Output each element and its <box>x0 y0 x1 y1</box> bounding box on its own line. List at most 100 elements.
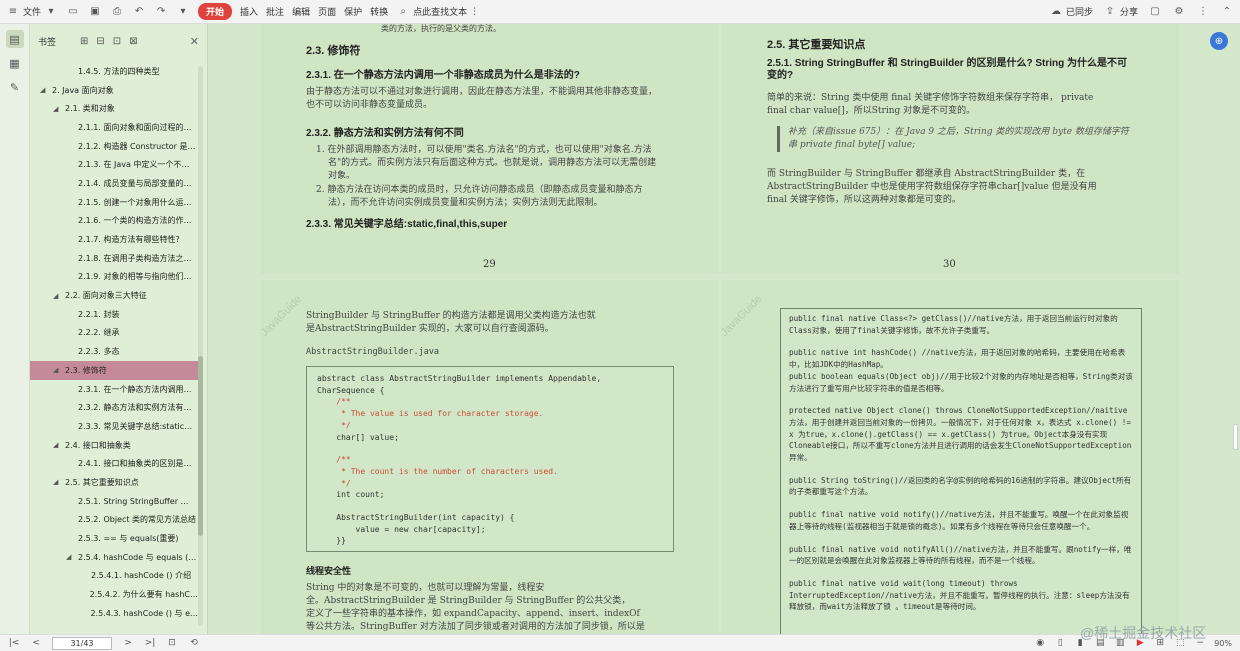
bookmark-icon[interactable]: ⊡ <box>113 36 121 47</box>
tab-annotate[interactable]: 批注 <box>266 5 284 18</box>
first-page-icon[interactable]: |< <box>8 637 20 649</box>
expand-arrow-icon[interactable]: ◢ <box>53 292 61 300</box>
bookmark-item[interactable]: ◢ 2.4. 接口和抽象类 <box>30 436 198 455</box>
bookmark-item[interactable]: 2.1.8. 在调用子类构造方法之… <box>30 249 198 268</box>
scrollbar-thumb[interactable] <box>198 356 203 536</box>
bookmark-item[interactable]: 2.2.2. 继承 <box>30 324 198 343</box>
code-line: /** <box>317 397 351 407</box>
expand-arrow-icon[interactable]: ◢ <box>66 553 74 561</box>
single-page-icon[interactable]: ▯ <box>1054 637 1066 649</box>
bookmark-item[interactable]: ◢ 2.5.4. hashCode 与 equals (… <box>30 548 198 567</box>
bookmark-label: 2.1.4. 成员变量与局部变量的… <box>78 178 192 188</box>
collapse-icon[interactable]: ⌃ <box>1220 5 1234 19</box>
undo-icon[interactable]: ↶ <box>132 5 146 19</box>
file-menu[interactable]: ≡ 文件 ▾ <box>6 5 58 19</box>
bookmark-item[interactable]: 2.3.1. 在一个静态方法内调用… <box>30 380 198 399</box>
bookmark-item[interactable]: 2.5.4.2. 为什么要有 hashC… <box>30 585 198 604</box>
bookmark-item[interactable]: ◢ 2.3. 修饰符 <box>30 361 198 380</box>
eye-icon[interactable]: ◉ <box>1034 637 1046 649</box>
bookmark-item[interactable]: 2.1.3. 在 Java 中定义一个不… <box>30 155 198 174</box>
code-line: int count; <box>317 490 385 500</box>
bookmark-item[interactable]: 2.2.3. 多态 <box>30 342 198 361</box>
print-icon[interactable]: ⎙ <box>110 5 124 19</box>
redo-icon[interactable]: ↷ <box>154 5 168 19</box>
fit-icon[interactable]: ⊡ <box>166 637 178 649</box>
bookmark-item[interactable]: 2.1.7. 构造方法有哪些特性? <box>30 230 198 249</box>
more-icon[interactable]: ⋮ <box>1196 5 1210 19</box>
rotate-icon[interactable]: ⟲ <box>188 637 200 649</box>
zoom-level[interactable]: 90% <box>1214 639 1232 648</box>
code-line: char[] value; <box>317 432 399 442</box>
bookmark-item[interactable]: ◢ 2.1. 类和对象 <box>30 99 198 118</box>
search-box[interactable]: ⌕ 点此查找文本 ⋮ <box>396 5 479 19</box>
code-line: public final native void notifyAll()//na… <box>789 544 1132 566</box>
expand-arrow-icon[interactable]: ◢ <box>53 478 61 486</box>
code-block: public final native Class<?> getClass()/… <box>780 308 1142 634</box>
tab-page[interactable]: 页面 <box>318 5 336 18</box>
bookmark-item[interactable]: 2.3.2. 静态方法和实例方法有… <box>30 398 198 417</box>
last-page-icon[interactable]: >| <box>144 637 156 649</box>
thumbnail-icon[interactable]: ▦ <box>6 54 24 72</box>
bookmark-item[interactable]: ◢ 2.5. 其它重要知识点 <box>30 473 198 492</box>
bookmark-item[interactable]: 2.1.6. 一个类的构造方法的作… <box>30 212 198 231</box>
bookmark-item[interactable]: 2.3.3. 常见关键字总结:static… <box>30 417 198 436</box>
page-input[interactable]: 31/43 <box>52 636 112 650</box>
panel-header: 书签 ⊞ ⊟ ⊡ ⊠ ✕ <box>30 24 207 58</box>
expand-arrow-icon[interactable]: ◢ <box>40 86 48 94</box>
expand-icon[interactable]: ⊟ <box>96 36 104 47</box>
next-page-icon[interactable]: > <box>122 637 134 649</box>
sync-status[interactable]: ☁ 已同步 <box>1049 5 1093 19</box>
assistant-button[interactable]: ⊕ <box>1210 32 1228 50</box>
bookmark-item[interactable]: 2.5.1. String StringBuffer … <box>30 492 198 511</box>
expand-arrow-icon[interactable]: ◢ <box>53 366 61 374</box>
heading-thread-safety: 线程安全性 <box>306 566 352 576</box>
close-icon[interactable]: ✕ <box>190 35 199 48</box>
bookmark-item[interactable]: 2.5.4.3. hashCode () 与 e… <box>30 604 198 623</box>
bookmark-item[interactable]: 2.1.5. 创建一个对象用什么运… <box>30 193 198 212</box>
bookmark-item[interactable]: ◢ 2. Java 面向对象 <box>30 81 198 100</box>
bookmark-item[interactable]: 2.1.1. 面向对象和面向过程的… <box>30 118 198 137</box>
bookmark-item[interactable]: 2.1.4. 成员变量与局部变量的… <box>30 174 198 193</box>
bookmark-item[interactable]: 2.1.2. 构造器 Constructor 是… <box>30 137 198 156</box>
save-icon[interactable]: ▣ <box>88 5 102 19</box>
share-button[interactable]: ⇪ 分享 <box>1103 5 1138 19</box>
add-bookmark-icon[interactable]: ⊞ <box>80 36 88 47</box>
code-line: value = new char[capacity]; <box>317 524 486 534</box>
side-handle[interactable] <box>1233 424 1238 450</box>
cut-text: 类的方法，执行的是父类的方法。 <box>381 24 501 33</box>
bookmark-label: 2.5.4.2. 为什么要有 hashC… <box>89 590 198 600</box>
bookmark-item[interactable]: ◢ 2.2. 面向对象三大特征 <box>30 286 198 305</box>
paragraph: 简单的来说：String 类中使用 final 关键字修饰字符数组来保存字符串，… <box>767 93 1094 116</box>
bookmark-item[interactable]: 1.4.5. 方法的四种类型 <box>30 62 198 81</box>
open-folder-icon[interactable]: ▭ <box>66 5 80 19</box>
page-30: 2.5. 其它重要知识点 2.5.1. String StringBuffer … <box>721 24 1179 274</box>
tab-protect[interactable]: 保护 <box>344 5 362 18</box>
paragraph: StringBuilder 与 StringBuffer 的构造方法都是调用父类… <box>306 311 596 334</box>
comment-icon[interactable]: ▢ <box>1148 5 1162 19</box>
bookmark-item[interactable]: 2.5.3. == 与 equals(重要) <box>30 529 198 548</box>
bookmark-item[interactable]: 2.2.1. 封装 <box>30 305 198 324</box>
panel-scrollbar[interactable] <box>198 66 203 626</box>
tab-convert[interactable]: 转换 <box>370 5 388 18</box>
expand-arrow-icon[interactable]: ◢ <box>53 105 61 113</box>
bookmark-item[interactable]: 2.5.4.1. hashCode () 介绍 <box>30 567 198 586</box>
settings-icon[interactable]: ⚙ <box>1172 5 1186 19</box>
code-line: public native int hashCode() //native方法，… <box>789 348 1126 370</box>
more-icon[interactable]: ▾ <box>176 5 190 19</box>
bookmark-item[interactable]: 2.5.2. Object 类的常见方法总结 <box>30 511 198 530</box>
bookmark-panel-icon[interactable]: ▤ <box>5 30 24 48</box>
bookmark-label: 2.5.2. Object 类的常见方法总结 <box>78 515 197 525</box>
heading-2-5: 2.5. 其它重要知识点 <box>767 39 866 51</box>
bookmark-item[interactable]: 2.4.1. 接口和抽象类的区别是… <box>30 454 198 473</box>
bookmark-item[interactable]: 2.1.9. 对象的相等与指向他们… <box>30 268 198 287</box>
expand-arrow-icon[interactable]: ◢ <box>53 441 61 449</box>
tab-start[interactable]: 开始 <box>198 3 233 20</box>
tab-insert[interactable]: 插入 <box>240 5 258 18</box>
annotation-icon[interactable]: ✎ <box>6 78 24 96</box>
tab-edit[interactable]: 编辑 <box>292 5 310 18</box>
prev-page-icon[interactable]: < <box>30 637 42 649</box>
bookmark-label: 2.1.6. 一个类的构造方法的作… <box>78 216 192 226</box>
collapse-all-icon[interactable]: ⊠ <box>129 36 137 47</box>
heading-2-3-1: 2.3.1. 在一个静态方法内调用一个非静态成员为什么是非法的? <box>306 70 580 81</box>
